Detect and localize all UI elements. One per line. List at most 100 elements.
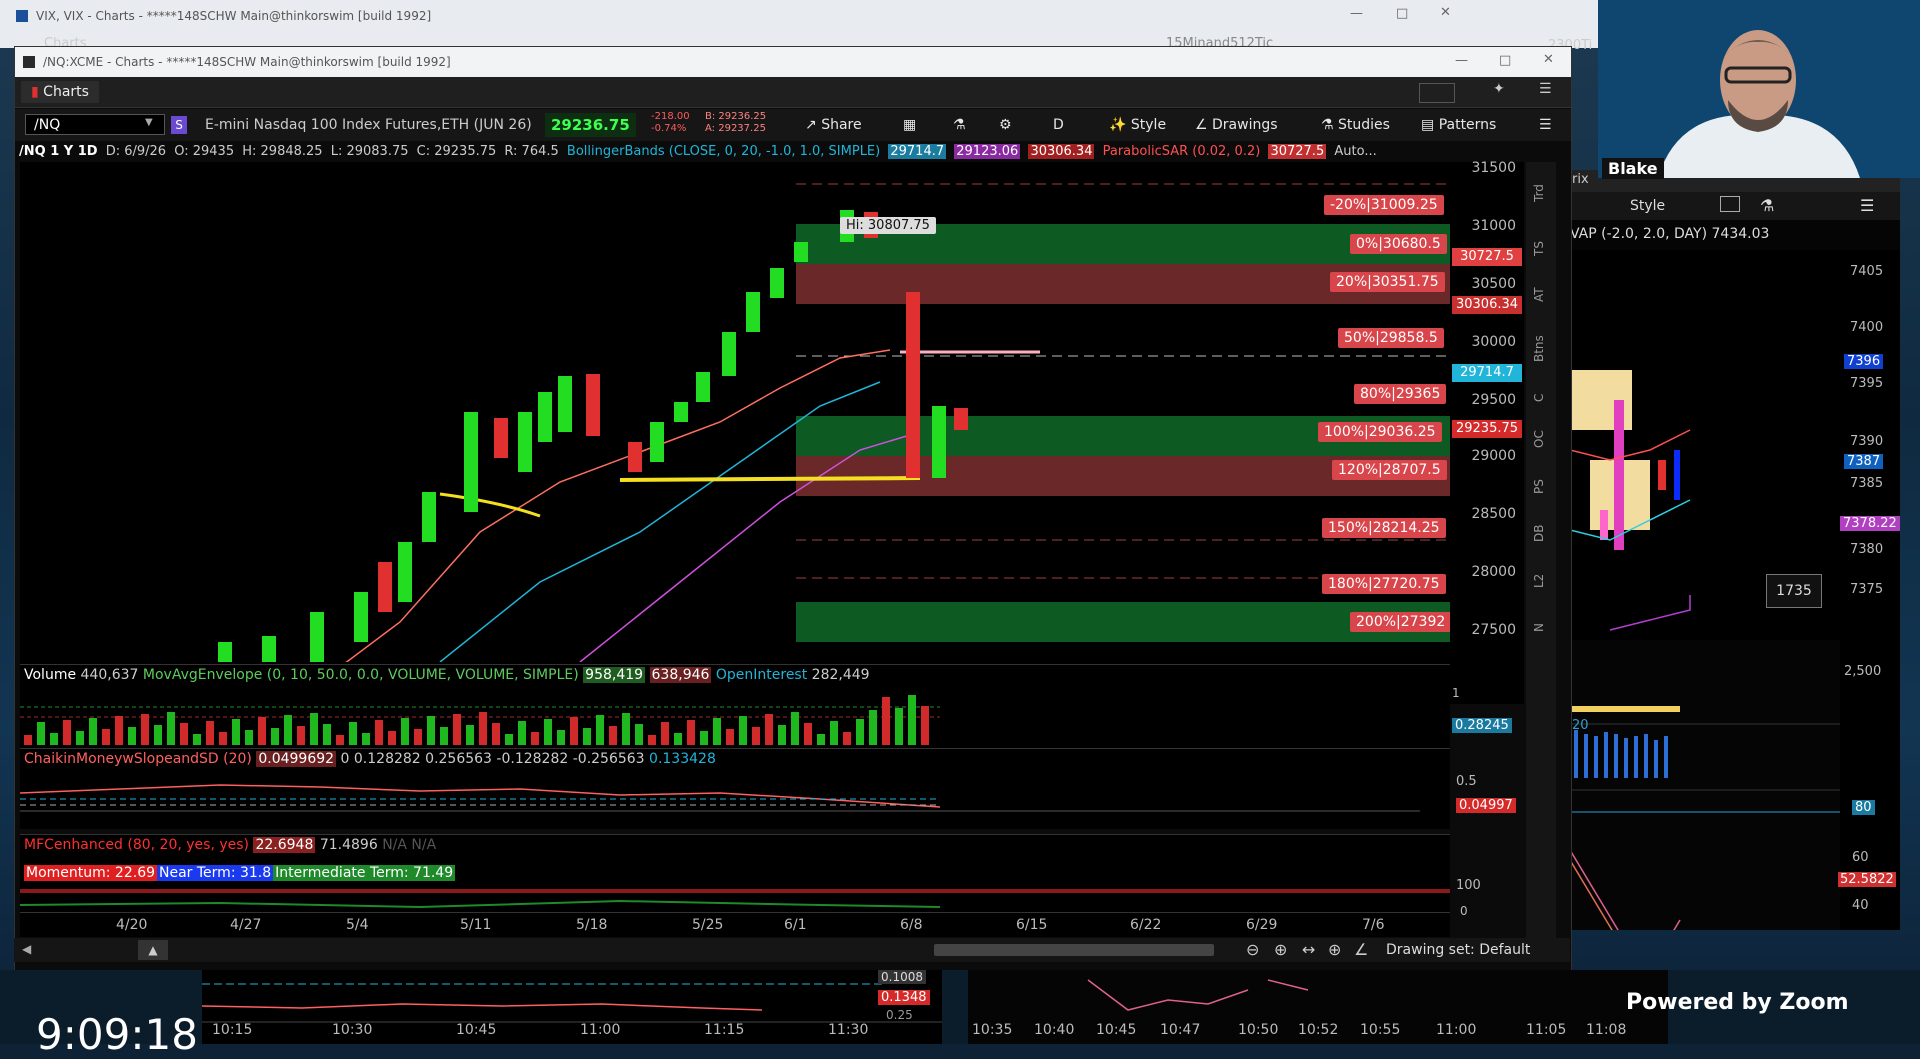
intermediate-term-label: Intermediate Term: 71.49 <box>273 865 456 881</box>
pan-icon[interactable]: ↔ <box>1302 940 1315 959</box>
side-tab-btns[interactable]: Btns <box>1532 322 1546 362</box>
side-tab-db[interactable]: DB <box>1532 502 1546 542</box>
volume-bar <box>50 733 58 745</box>
flask-icon[interactable]: ⚗ <box>953 115 966 135</box>
open-interest-label[interactable]: OpenInterest <box>716 667 807 683</box>
patterns-button[interactable]: ▤ Patterns <box>1421 115 1496 135</box>
sar-study-label[interactable]: ParabolicSAR (0.02, 0.2) <box>1103 144 1261 159</box>
fib-level-label: 20%|30351.75 <box>1330 272 1445 292</box>
time-tick: 11:15 <box>704 1022 745 1038</box>
drawing-set-label[interactable]: Drawing set: Default <box>1386 942 1530 958</box>
auto-label[interactable]: Auto... <box>1334 144 1376 159</box>
menu-icon[interactable]: ☰ <box>1860 196 1874 215</box>
right-style-button[interactable]: Style <box>1630 198 1665 214</box>
volume-bar <box>219 732 227 745</box>
horizontal-scrollbar[interactable] <box>934 944 1214 956</box>
volume-bar <box>817 734 825 745</box>
axis-tick: 28500 <box>1471 506 1516 522</box>
side-tab-trd[interactable]: Trd <box>1532 162 1546 202</box>
side-tab-ps[interactable]: PS <box>1532 454 1546 494</box>
aggregation-button[interactable]: D <box>1053 115 1064 135</box>
right-price-axis: 7405 7400 7395 7390 7385 7380 7375 7396 … <box>1838 250 1900 930</box>
minimize-icon[interactable]: — <box>1350 6 1363 21</box>
drawing-line <box>619 476 921 482</box>
price-tag: 30727.5 <box>1452 248 1522 266</box>
side-tab-n[interactable]: N <box>1532 592 1546 632</box>
volume-bar <box>479 712 487 745</box>
bollinger-study-label[interactable]: BollingerBands (CLOSE, 0, 20, -1.0, 1.0,… <box>567 144 880 159</box>
close-icon[interactable]: ✕ <box>1440 5 1451 20</box>
mfc-study-label[interactable]: MFCenhanced (80, 20, yes, yes) <box>24 837 249 853</box>
side-tab-ts[interactable]: TS <box>1532 216 1546 256</box>
time-tick: 11:30 <box>828 1022 869 1038</box>
price-tag: 29235.75 <box>1452 420 1522 438</box>
time-tick: 11:00 <box>1436 1022 1477 1038</box>
date-axis[interactable]: 4/20 4/27 5/4 5/11 5/18 5/25 6/1 6/8 6/1… <box>20 912 1450 937</box>
price-chart[interactable]: Hi: 30807.75 -20%|31009.25 0%|30680.5 20… <box>20 162 1450 704</box>
chart-toolbar: /NQ ▼ S E-mini Nasdaq 100 Index Futures,… <box>15 109 1571 142</box>
pin-icon[interactable]: ✦ <box>1493 81 1505 97</box>
window-icon[interactable] <box>1720 196 1740 212</box>
chaikin-study-label[interactable]: ChaikinMoneywSlopeandSD (20) <box>24 751 252 767</box>
envelope-study-label[interactable]: MovAvgEnvelope (0, 10, 50.0, 0.0, VOLUME… <box>143 667 579 683</box>
candle <box>464 412 478 512</box>
maximize-icon[interactable]: □ <box>1396 6 1408 21</box>
main-window-titlebar[interactable]: /NQ:XCME - Charts - *****148SCHW Main@th… <box>15 47 1571 77</box>
minimize-icon[interactable]: — <box>1455 53 1468 68</box>
volume-bar <box>505 734 513 745</box>
style-button[interactable]: ✨ Style <box>1109 115 1166 135</box>
chevron-down-icon[interactable]: ▼ <box>145 117 153 128</box>
volume-header: Volume 440,637 MovAvgEnvelope (0, 10, 50… <box>24 667 870 683</box>
volume-bar <box>466 725 474 745</box>
time-tick: 10:52 <box>1298 1022 1339 1038</box>
mfc-pane[interactable]: MFCenhanced (80, 20, yes, yes) 22.6948 7… <box>20 834 1450 913</box>
menu-icon[interactable]: ☰ <box>1539 115 1552 135</box>
candle <box>378 562 392 612</box>
period-label[interactable]: /NQ 1 Y 1D <box>15 144 98 159</box>
flask-icon[interactable]: ⚗ <box>1760 196 1774 215</box>
price-tag: 0.1348 <box>878 990 930 1005</box>
side-tab-l2[interactable]: L2 <box>1532 548 1546 588</box>
tab-charts[interactable]: ▮ Charts <box>21 81 99 103</box>
last-price: 29236.75 <box>545 113 636 137</box>
symbol-badge[interactable]: S <box>171 116 187 134</box>
grid-icon[interactable]: ▦ <box>903 115 916 135</box>
studies-button[interactable]: ⚗ Studies <box>1321 115 1390 135</box>
volume-bar <box>804 723 812 745</box>
mfc-terms: Momentum: 22.69 Near Term: 31.8 Intermedia… <box>24 865 456 881</box>
side-tab-at[interactable]: AT <box>1532 262 1546 302</box>
price-tag: 7387 <box>1844 454 1884 469</box>
volume-pane[interactable]: Volume 440,637 MovAvgEnvelope (0, 10, 50… <box>20 664 1450 749</box>
volume-bar <box>24 735 32 745</box>
share-button[interactable]: ↗ Share <box>805 115 862 135</box>
zoom-out-icon[interactable]: ⊖ <box>1246 940 1259 959</box>
side-tab-oc[interactable]: OC <box>1532 408 1546 448</box>
chaikin-pane[interactable]: ChaikinMoneywSlopeandSD (20) 0.0499692 0… <box>20 748 1450 829</box>
candle <box>1614 400 1624 550</box>
crosshair-icon[interactable]: ⊕ <box>1328 940 1341 959</box>
side-tab-c[interactable]: C <box>1532 362 1546 402</box>
volume-bar <box>115 716 123 745</box>
volume-bar <box>895 708 903 745</box>
volume-bar <box>687 720 695 745</box>
volume-bar <box>635 724 643 745</box>
close-icon[interactable]: ✕ <box>1543 52 1554 67</box>
candle <box>770 268 784 298</box>
drawing-tool-icon[interactable]: ∠ <box>1354 940 1368 959</box>
symbol-input[interactable]: /NQ <box>25 114 165 135</box>
gear-icon[interactable]: ⚙ <box>999 115 1012 135</box>
volume-bar <box>531 732 539 745</box>
zoom-in-icon[interactable]: ⊕ <box>1274 940 1287 959</box>
drawings-button[interactable]: ∠ Drawings <box>1195 115 1278 135</box>
price-axis[interactable]: 31500 31000 30500 30000 29500 29000 2850… <box>1450 160 1524 704</box>
volume-value: 440,637 <box>80 667 139 683</box>
layout-icon[interactable] <box>1419 83 1455 103</box>
maximize-icon[interactable]: □ <box>1499 53 1511 68</box>
back-window-titlebar[interactable]: VIX, VIX - Charts - *****148SCHW Main@th… <box>0 0 1598 53</box>
menu-icon[interactable]: ☰ <box>1539 81 1552 97</box>
volume-bar <box>167 712 175 745</box>
scroll-left-icon[interactable]: ◀ <box>22 942 31 956</box>
collapse-icon[interactable]: ▲ <box>138 940 168 960</box>
axis-tick: 7390 <box>1850 434 1884 449</box>
style-icon: ✨ <box>1109 117 1127 133</box>
